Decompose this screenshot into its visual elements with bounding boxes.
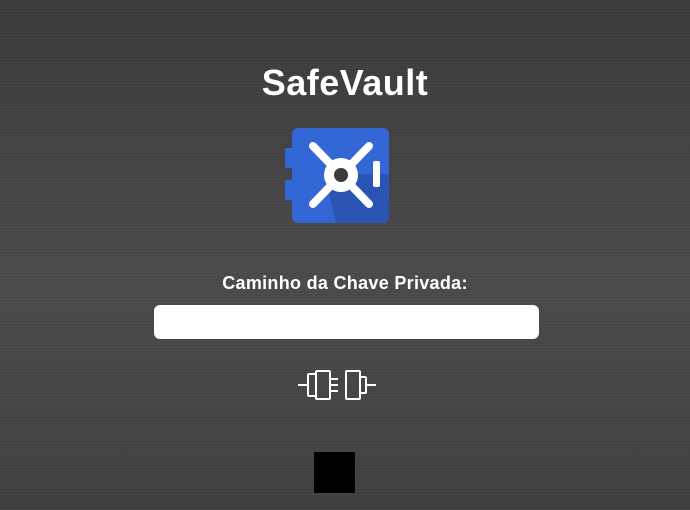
safe-vault-logo-icon xyxy=(284,126,390,224)
black-square xyxy=(314,452,355,493)
private-key-path-input[interactable] xyxy=(154,305,539,339)
app-title: SafeVault xyxy=(261,62,429,103)
connect-button[interactable] xyxy=(296,368,378,402)
private-key-path-label: Caminho da Chave Privada: xyxy=(222,273,468,293)
plug-connect-icon xyxy=(298,370,376,400)
